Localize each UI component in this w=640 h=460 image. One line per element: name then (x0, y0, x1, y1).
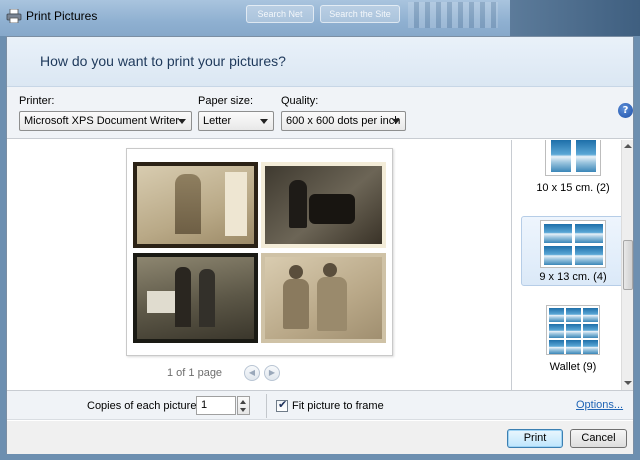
quality-select-value: 600 x 600 dots per inch (286, 115, 401, 127)
chevron-down-icon (178, 119, 186, 124)
options-link[interactable]: Options... (576, 399, 623, 411)
layout-thumbnail (546, 305, 600, 355)
preview-photo-1 (133, 162, 258, 248)
fit-picture-checkbox[interactable]: ✔ (276, 398, 288, 412)
preview-photo-4 (261, 253, 386, 343)
preview-photo-2 (261, 162, 386, 248)
layout-label: 10 x 15 cm. (2) (536, 182, 610, 194)
printer-select[interactable]: Microsoft XPS Document Writer (19, 111, 192, 131)
paper-size-label: Paper size: (198, 95, 254, 107)
cancel-button[interactable]: Cancel (570, 429, 627, 448)
window-title: Print Pictures (26, 9, 98, 23)
chevron-down-icon (260, 119, 268, 124)
fit-picture-label[interactable]: Fit picture to frame (292, 400, 384, 412)
layout-scrollbar[interactable] (621, 140, 633, 390)
preview-photo-3 (133, 253, 258, 343)
copies-label: Copies of each picture: (87, 400, 200, 412)
printer-icon (6, 8, 22, 24)
printer-label: Printer: (19, 95, 55, 107)
help-icon[interactable]: ? (618, 103, 633, 118)
layout-item-9x13[interactable]: 9 x 13 cm. (4) (521, 216, 625, 286)
stepper-down-icon[interactable] (240, 408, 246, 412)
layout-item-wallet[interactable]: Wallet (9) (521, 303, 625, 383)
layout-item-10x15[interactable]: 10 x 15 cm. (2) (521, 140, 625, 201)
dialog-footer: Print Cancel (7, 421, 633, 454)
checkmark-icon: ✔ (278, 398, 288, 411)
paper-size-select[interactable]: Letter (198, 111, 274, 131)
copies-row: Copies of each picture: 1 ✔ Fit picture … (7, 390, 633, 420)
scroll-up-icon[interactable] (624, 144, 632, 148)
stepper-up-icon[interactable] (240, 400, 246, 404)
print-preview-area: 1 of 1 page ◀ ▶ (7, 140, 512, 390)
paper-size-select-value: Letter (203, 115, 232, 127)
previous-page-button[interactable]: ◀ (244, 365, 260, 381)
layout-label: Wallet (9) (549, 361, 597, 373)
page-status: 1 of 1 page (167, 367, 223, 379)
quality-select[interactable]: 600 x 600 dots per inch (281, 111, 406, 131)
title-bar: Search Net Search the Site Print Picture… (0, 0, 640, 36)
scrollbar-thumb[interactable] (623, 240, 633, 290)
preview-page (126, 148, 393, 356)
print-pictures-dialog: How do you want to print your pictures? … (6, 36, 634, 454)
divider (266, 394, 267, 418)
print-button[interactable]: Print (507, 429, 563, 448)
quality-label: Quality: (281, 95, 319, 107)
layout-thumbnail (540, 220, 606, 268)
printer-select-value: Microsoft XPS Document Writer (24, 115, 180, 127)
background-thumbnail-strip (408, 2, 498, 28)
background-desktop-area (510, 0, 640, 36)
background-search-button: Search Net (246, 5, 314, 23)
scroll-down-icon[interactable] (624, 381, 632, 385)
print-options-row: Printer: Microsoft XPS Document Writer P… (7, 87, 633, 139)
next-page-button[interactable]: ▶ (264, 365, 280, 381)
page-title: How do you want to print your pictures? (40, 53, 286, 69)
header-band: How do you want to print your pictures? (7, 37, 633, 87)
chevron-down-icon (392, 119, 400, 124)
copies-stepper[interactable] (237, 396, 250, 415)
copies-input[interactable]: 1 (196, 396, 236, 415)
layout-thumbnail (545, 140, 601, 176)
layout-label: 9 x 13 cm. (4) (539, 271, 607, 283)
background-search-site-button: Search the Site (320, 5, 400, 23)
layout-list: 10 x 15 cm. (2) 9 x 13 cm. (4) Wallet (9… (513, 140, 633, 390)
